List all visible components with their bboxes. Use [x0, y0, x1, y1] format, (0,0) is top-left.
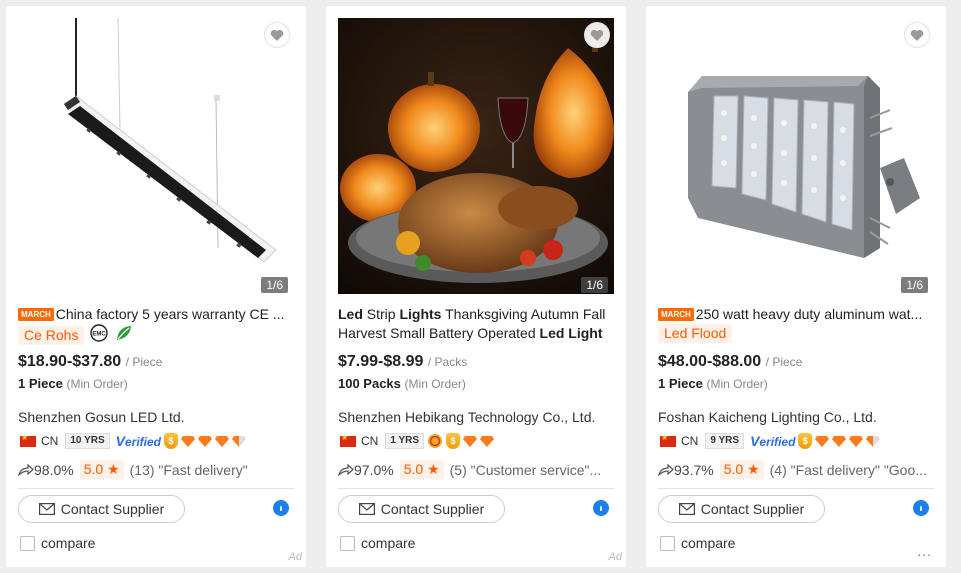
compare-checkbox[interactable]: compare: [340, 535, 415, 551]
diamond-icon: [463, 435, 478, 447]
diamond-half-icon: [232, 435, 246, 447]
response-rate: 93.7%: [674, 461, 714, 478]
diamond-icon: [480, 435, 495, 447]
supplier-stats: 98.0% 5.0 ★ (13) "Fast delivery": [18, 460, 248, 479]
tag-row: Ce Rohs EMC: [18, 324, 134, 347]
checkbox-box[interactable]: [20, 535, 35, 551]
review-summary[interactable]: (13) "Fast delivery": [130, 462, 248, 478]
product-title[interactable]: Led Strip Lights Thanksgiving Autumn Fal…: [338, 305, 616, 343]
min-order: 100 Packs (Min Order): [338, 376, 466, 391]
svg-text:EMC: EMC: [93, 332, 107, 338]
image-counter: 1/6: [901, 277, 928, 293]
min-order: 1 Piece (Min Order): [658, 376, 768, 391]
product-image[interactable]: [18, 18, 294, 294]
product-card[interactable]: 1/6 MARCH China factory 5 years warranty …: [6, 6, 306, 567]
trade-assurance-icon: [428, 434, 443, 448]
china-flag-icon: [340, 433, 356, 447]
product-title[interactable]: MARCH 250 watt heavy duty aluminum wat...: [658, 305, 936, 324]
rohs-icon: [114, 324, 134, 347]
country-code: CN: [361, 434, 379, 448]
favorite-heart-icon[interactable]: [904, 22, 930, 48]
response-rate: 98.0%: [34, 461, 74, 478]
contact-supplier-button[interactable]: Contact Supplier: [18, 495, 185, 523]
compare-checkbox[interactable]: compare: [660, 535, 735, 551]
min-order: 1 Piece (Min Order): [18, 376, 128, 391]
supplier-name[interactable]: Foshan Kaicheng Lighting Co., Ltd.: [658, 409, 877, 425]
chat-icon[interactable]: [913, 500, 929, 516]
china-flag-icon: [660, 433, 676, 447]
envelope-icon: [678, 503, 695, 515]
image-counter: 1/6: [581, 277, 608, 293]
chat-icon[interactable]: [273, 500, 289, 516]
checkbox-box[interactable]: [340, 535, 355, 551]
price: $48.00-$88.00 / Piece: [658, 353, 803, 370]
supplier-badges: CN 10 YRS Verified $: [20, 433, 246, 449]
rating-score: 5.0 ★: [79, 460, 124, 479]
supplier-name[interactable]: Shenzhen Hebikang Technology Co., Ltd.: [338, 409, 595, 425]
march-badge: MARCH: [18, 308, 54, 321]
gold-supplier-icon: $: [798, 433, 813, 449]
supplier-name[interactable]: Shenzhen Gosun LED Ltd.: [18, 409, 185, 425]
emc-icon: EMC: [90, 324, 109, 347]
supplier-badges: CN 9 YRS Verified $: [660, 433, 881, 449]
more-options-icon[interactable]: ...: [917, 543, 932, 559]
rating-score: 5.0 ★: [719, 460, 764, 479]
years-badge: 1 YRS: [385, 433, 425, 449]
divider: [338, 488, 614, 489]
product-card[interactable]: 1/6 MARCH 250 watt heavy duty aluminum wa…: [646, 6, 946, 567]
supplier-stats: 93.7% 5.0 ★ (4) "Fast delivery" "Goo...: [658, 460, 927, 479]
share-arrow-icon: [658, 463, 674, 476]
contact-supplier-button[interactable]: Contact Supplier: [338, 495, 505, 523]
product-card[interactable]: 1/6 Led Strip Lights Thanksgiving Autumn…: [326, 6, 626, 567]
review-summary[interactable]: (5) "Customer service"...: [450, 462, 602, 478]
diamond-half-icon: [866, 435, 881, 447]
compare-checkbox[interactable]: compare: [20, 535, 95, 551]
years-badge: 10 YRS: [65, 433, 110, 449]
diamond-icon: [815, 435, 830, 447]
diamond-icon: [215, 435, 229, 447]
diamond-icon: [849, 435, 864, 447]
china-flag-icon: [20, 433, 36, 447]
envelope-icon: [38, 503, 55, 515]
divider: [658, 488, 934, 489]
checkbox-box[interactable]: [660, 535, 675, 551]
share-arrow-icon: [338, 463, 354, 476]
share-arrow-icon: [18, 463, 34, 476]
tag-row: Led Flood: [658, 324, 733, 343]
gold-supplier-icon: $: [446, 433, 461, 449]
gold-supplier-icon: $: [164, 433, 178, 449]
diamond-icon: [832, 435, 847, 447]
tag-ce-rohs[interactable]: Ce Rohs: [18, 326, 85, 345]
verified-badge[interactable]: Verified: [116, 433, 161, 449]
product-image[interactable]: [658, 18, 934, 294]
ad-label: Ad: [288, 551, 302, 563]
tag-led-flood[interactable]: Led Flood: [658, 324, 733, 343]
diamond-icon: [198, 435, 212, 447]
product-title[interactable]: MARCH China factory 5 years warranty CE .…: [18, 305, 296, 324]
supplier-badges: CN 1 YRS $: [340, 433, 495, 449]
supplier-stats: 97.0% 5.0 ★ (5) "Customer service"...: [338, 460, 601, 479]
review-summary[interactable]: (4) "Fast delivery" "Goo...: [770, 462, 927, 478]
response-rate: 97.0%: [354, 461, 394, 478]
price: $7.99-$8.99 / Packs: [338, 353, 468, 370]
favorite-heart-icon[interactable]: [264, 22, 290, 48]
ad-label: Ad: [608, 551, 622, 563]
verified-badge[interactable]: Verified: [750, 433, 795, 449]
chat-icon[interactable]: [593, 500, 609, 516]
country-code: CN: [681, 434, 699, 448]
rating-score: 5.0 ★: [399, 460, 444, 479]
price: $18.90-$37.80 / Piece: [18, 353, 163, 370]
envelope-icon: [358, 503, 375, 515]
diamond-icon: [181, 435, 195, 447]
image-counter: 1/6: [261, 277, 288, 293]
country-code: CN: [41, 434, 59, 448]
march-badge: MARCH: [658, 308, 694, 321]
divider: [18, 488, 294, 489]
favorite-heart-icon[interactable]: [584, 22, 610, 48]
contact-supplier-button[interactable]: Contact Supplier: [658, 495, 825, 523]
product-image[interactable]: [338, 18, 614, 294]
years-badge: 9 YRS: [705, 433, 745, 449]
